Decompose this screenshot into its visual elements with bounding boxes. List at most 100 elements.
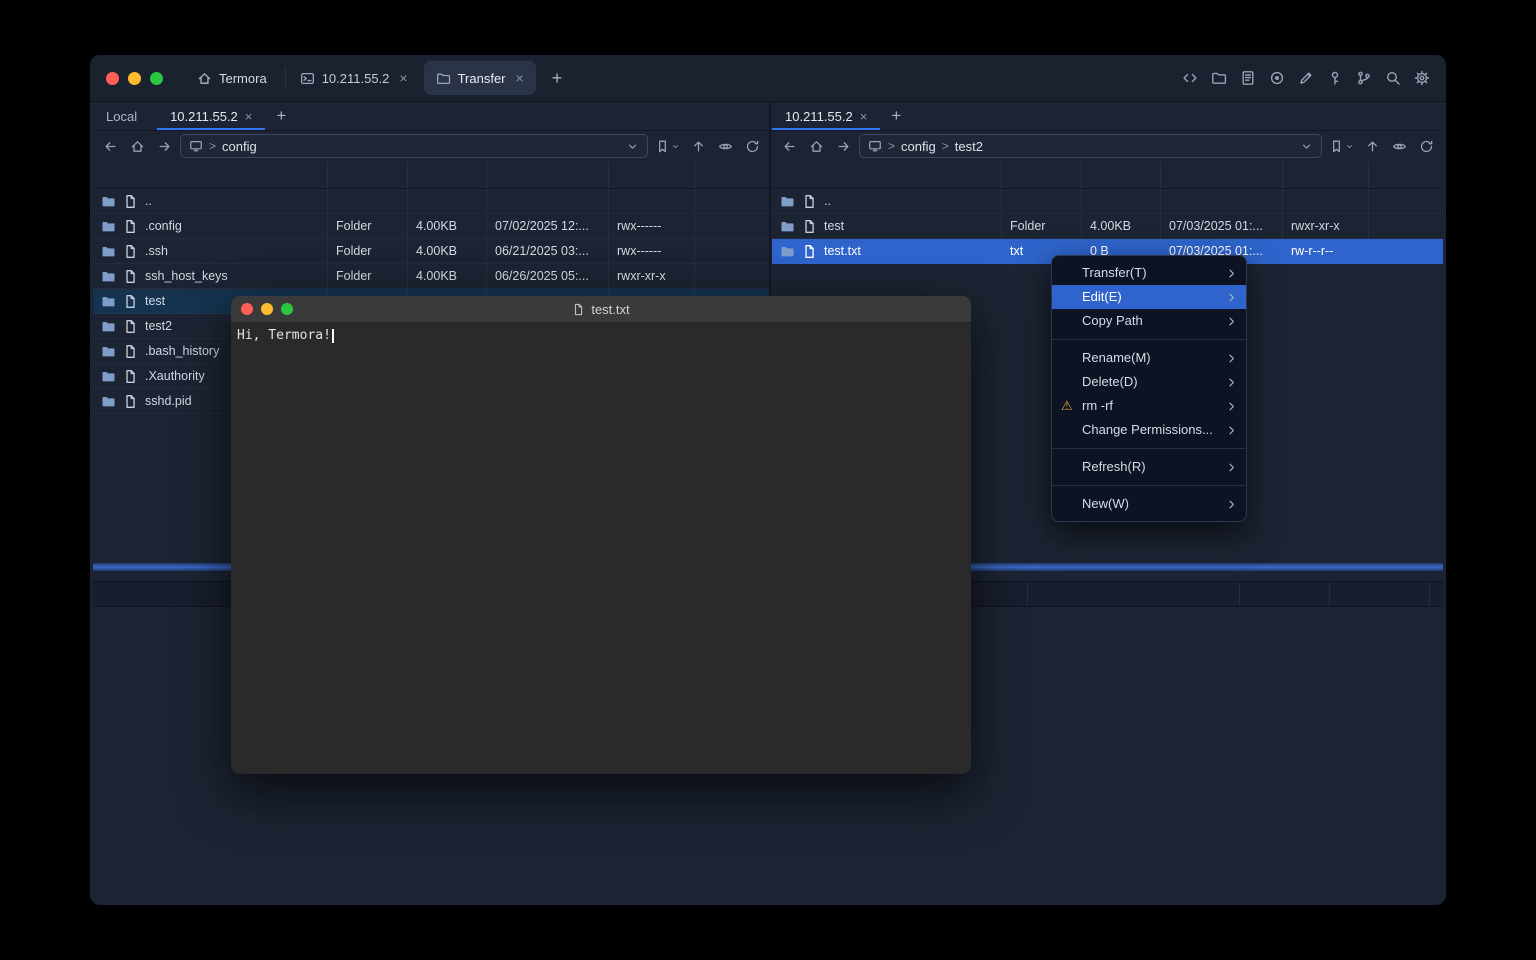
up-button[interactable] (687, 135, 709, 157)
settings-icon[interactable] (1413, 70, 1430, 87)
forward-button[interactable] (832, 135, 854, 157)
ssh_host_keys[interactable]: ssh_host_keys Folder 4.00KB 06/26/2025 0… (93, 264, 769, 289)
.config[interactable]: .config Folder 4.00KB 07/02/2025 12:... … (93, 214, 769, 239)
home-button[interactable] (805, 135, 827, 157)
panel-tab[interactable]: Local (93, 102, 157, 130)
panel-tab[interactable]: 10.211.55.2 × (772, 102, 880, 130)
menu-item-label: Edit(E) (1082, 289, 1122, 304)
file-icon (123, 269, 138, 284)
column-header[interactable] (487, 161, 609, 188)
new-panel-tab-button[interactable]: + (265, 106, 297, 126)
show-hidden-button[interactable] (1388, 135, 1410, 157)
key-icon[interactable] (1326, 70, 1343, 87)
context-menu-item[interactable]: Change Permissions... (1052, 418, 1246, 442)
edit-icon[interactable] (1297, 70, 1314, 87)
forward-button[interactable] (153, 135, 175, 157)
folder-icon (101, 394, 116, 409)
column-header[interactable] (1082, 161, 1161, 188)
menu-item-label: Change Permissions... (1082, 422, 1213, 437)
close-tab-icon[interactable]: × (516, 70, 524, 86)
refresh-button[interactable] (741, 135, 763, 157)
context-menu-item[interactable]: Delete(D) (1052, 370, 1246, 394)
log-icon[interactable] (1239, 70, 1256, 87)
column-header[interactable] (408, 161, 487, 188)
arrow-up-icon (1365, 139, 1380, 154)
titlebar-tab[interactable]: Transfer × (424, 61, 536, 95)
context-menu-item[interactable] (1052, 448, 1246, 449)
path-bar[interactable]: > config (180, 134, 648, 158)
panel-tab[interactable]: 10.211.55.2 × (157, 102, 265, 130)
column-header[interactable] (1283, 161, 1369, 188)
up-button[interactable] (1361, 135, 1383, 157)
record-icon[interactable] (1268, 70, 1285, 87)
menu-item-label: Refresh(R) (1082, 459, 1146, 474)
path-bar[interactable]: > config > test2 (859, 134, 1322, 158)
bookmark-button[interactable] (653, 139, 682, 154)
context-menu-item[interactable]: ⚠ rm -rf (1052, 394, 1246, 418)
column-header[interactable] (1002, 161, 1082, 188)
editor-titlebar[interactable]: test.txt (231, 296, 971, 323)
navigation-bar: > config (93, 131, 769, 161)
back-button[interactable] (778, 135, 800, 157)
back-button[interactable] (99, 135, 121, 157)
column-header[interactable] (695, 161, 769, 188)
..[interactable]: .. (772, 189, 1443, 214)
editor-minimize-button[interactable] (261, 303, 273, 315)
context-menu-item[interactable]: Refresh(R) (1052, 455, 1246, 479)
path-segment[interactable]: > test2 (942, 139, 983, 154)
test[interactable]: test Folder 4.00KB 07/03/2025 01:... rwx… (772, 214, 1443, 239)
editor-close-button[interactable] (241, 303, 253, 315)
home-icon (197, 71, 212, 86)
queue-column-header[interactable] (1027, 582, 1239, 606)
search-icon[interactable] (1384, 70, 1401, 87)
close-tab-icon[interactable]: × (245, 109, 253, 124)
home-button[interactable] (126, 135, 148, 157)
column-header[interactable] (609, 161, 695, 188)
app-home-tab[interactable]: Termora (179, 55, 285, 101)
show-hidden-button[interactable] (714, 135, 736, 157)
folder-icon[interactable] (1210, 70, 1227, 87)
folder-icon (101, 269, 116, 284)
context-menu-item[interactable]: Transfer(T) (1052, 261, 1246, 285)
new-panel-tab-button[interactable]: + (880, 106, 912, 126)
bookmark-button[interactable] (1327, 139, 1356, 154)
context-menu-item[interactable]: Copy Path (1052, 309, 1246, 333)
file-owner (1369, 189, 1443, 214)
branch-icon[interactable] (1355, 70, 1372, 87)
chevron-down-icon[interactable] (1300, 140, 1313, 153)
minimize-button[interactable] (128, 72, 141, 85)
queue-column-header[interactable] (1329, 582, 1429, 606)
path-segment[interactable]: > config (209, 139, 257, 154)
code-icon[interactable] (1181, 70, 1198, 87)
path-segment[interactable]: > config (888, 139, 936, 154)
zoom-button[interactable] (150, 72, 163, 85)
context-menu-item[interactable]: Edit(E) (1052, 285, 1246, 309)
arrow-up-icon (691, 139, 706, 154)
close-tab-icon[interactable]: × (399, 70, 407, 86)
home-icon (809, 139, 824, 154)
context-menu-item[interactable] (1052, 339, 1246, 340)
column-header[interactable] (1161, 161, 1283, 188)
titlebar-tab[interactable]: 10.211.55.2 × (288, 61, 420, 95)
context-menu-item[interactable] (1052, 485, 1246, 486)
refresh-button[interactable] (1415, 135, 1437, 157)
queue-column-header[interactable] (1239, 582, 1329, 606)
chevron-right-icon (1225, 291, 1238, 304)
column-header[interactable] (328, 161, 408, 188)
close-button[interactable] (106, 72, 119, 85)
close-tab-icon[interactable]: × (860, 109, 868, 124)
bookmark-icon (1329, 139, 1344, 154)
editor-zoom-button[interactable] (281, 303, 293, 315)
.ssh[interactable]: .ssh Folder 4.00KB 06/21/2025 03:... rwx… (93, 239, 769, 264)
context-menu-item[interactable]: Rename(M) (1052, 346, 1246, 370)
column-header[interactable] (93, 161, 328, 188)
chevron-down-icon[interactable] (626, 140, 639, 153)
column-header[interactable] (1369, 161, 1443, 188)
column-header[interactable] (772, 161, 1002, 188)
context-menu-item[interactable]: New(W) (1052, 492, 1246, 516)
editor-content[interactable]: Hi, Termora! (231, 323, 971, 348)
..[interactable]: .. (93, 189, 769, 214)
new-tab-button[interactable]: + (538, 68, 577, 89)
chevron-down-icon (671, 142, 680, 151)
chevron-right-icon (1225, 400, 1238, 413)
